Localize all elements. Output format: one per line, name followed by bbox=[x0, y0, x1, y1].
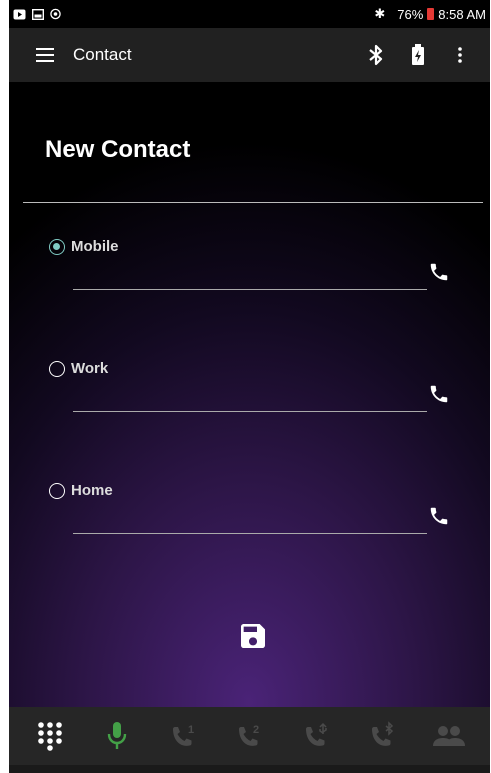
battery-percent: 76% bbox=[397, 6, 424, 22]
call-work-button[interactable] bbox=[425, 380, 453, 408]
save-contact-button[interactable] bbox=[235, 618, 271, 654]
bluetooth-call-tab[interactable] bbox=[360, 714, 404, 758]
system-nav-strip bbox=[9, 765, 490, 773]
phone-icon bbox=[430, 507, 448, 525]
work-row: Work bbox=[9, 360, 490, 450]
dialpad-icon bbox=[38, 722, 63, 751]
usb-call-tab[interactable] bbox=[294, 714, 338, 758]
call-mobile-button[interactable] bbox=[425, 258, 453, 286]
app-title: Contact bbox=[73, 45, 132, 64]
new-contact-form: New Contact Mobile Work Home bbox=[9, 82, 490, 707]
menu-button[interactable] bbox=[25, 28, 65, 82]
bluetooth-icon bbox=[369, 44, 383, 66]
bottom-nav: 1 2 bbox=[9, 707, 490, 765]
contacts-tab[interactable] bbox=[427, 714, 471, 758]
home-row: Home bbox=[9, 482, 490, 572]
radio-label-home: Home bbox=[71, 482, 113, 499]
radio-button-unchecked-icon bbox=[49, 482, 65, 499]
status-left bbox=[13, 8, 61, 20]
gallery-icon bbox=[32, 8, 44, 20]
svg-text:1: 1 bbox=[188, 724, 194, 736]
phone-icon bbox=[430, 385, 448, 403]
call-home-button[interactable] bbox=[425, 502, 453, 530]
mobile-number-field[interactable] bbox=[73, 260, 427, 290]
clock: 8:58 AM bbox=[438, 6, 486, 22]
app-bar-actions bbox=[362, 41, 474, 69]
home-number-field[interactable] bbox=[73, 504, 427, 534]
page-title: New Contact bbox=[45, 136, 191, 163]
radio-button-checked-icon bbox=[49, 238, 65, 255]
line-1-tab[interactable]: 1 bbox=[161, 714, 205, 758]
radio-home[interactable]: Home bbox=[49, 482, 113, 499]
shield-icon bbox=[50, 8, 61, 20]
dialpad-tab[interactable] bbox=[28, 714, 72, 758]
mobile-row: Mobile bbox=[9, 238, 490, 328]
radio-label-work: Work bbox=[71, 360, 109, 377]
contacts-icon bbox=[432, 726, 465, 746]
radio-work[interactable]: Work bbox=[49, 360, 108, 377]
phone-icon bbox=[430, 263, 448, 281]
youtube-icon bbox=[13, 9, 26, 19]
call-bluetooth-icon bbox=[372, 721, 394, 746]
more-options-button[interactable] bbox=[446, 41, 474, 69]
call-usb-icon bbox=[305, 722, 327, 746]
call-line-2-icon: 2 bbox=[239, 724, 260, 746]
hamburger-menu-icon bbox=[36, 48, 54, 62]
battery-button[interactable] bbox=[404, 41, 432, 69]
microphone-icon bbox=[107, 722, 126, 749]
app-bar: Contact bbox=[9, 28, 490, 82]
radio-mobile[interactable]: Mobile bbox=[49, 238, 119, 255]
voice-tab[interactable] bbox=[95, 714, 139, 758]
battery-icon bbox=[412, 44, 424, 65]
phone-screen: ✱ 76% 8:58 AM Contact New Contact Mobile… bbox=[9, 0, 490, 773]
radio-label-mobile: Mobile bbox=[71, 238, 119, 255]
radio-button-unchecked-icon bbox=[49, 360, 65, 377]
call-line-1-icon: 1 bbox=[173, 724, 194, 746]
battery-low-icon bbox=[427, 8, 435, 20]
svg-text:2: 2 bbox=[253, 724, 259, 736]
work-number-field[interactable] bbox=[73, 382, 427, 412]
save-icon bbox=[241, 624, 265, 648]
title-divider bbox=[23, 202, 483, 203]
bluetooth-button[interactable] bbox=[362, 41, 390, 69]
bluetooth-icon: ✱ bbox=[374, 6, 386, 21]
more-vert-icon bbox=[458, 47, 462, 63]
line-2-tab[interactable]: 2 bbox=[227, 714, 271, 758]
status-right: ✱ 76% 8:58 AM bbox=[374, 6, 486, 22]
status-bar: ✱ 76% 8:58 AM bbox=[9, 0, 490, 28]
